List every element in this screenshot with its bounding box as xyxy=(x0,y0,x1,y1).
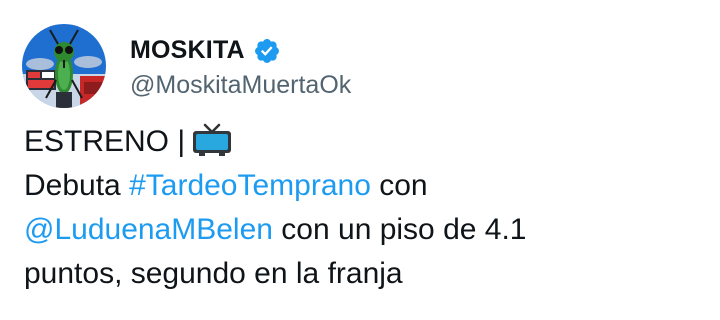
avatar[interactable] xyxy=(22,24,106,108)
author-names: MOSKITA @MoskitaMuertaOk xyxy=(130,33,351,100)
tweet-line-4: puntos, segundo en la franja xyxy=(24,252,704,296)
tweet-text-piso: con un piso de 4.1 xyxy=(272,213,527,246)
verified-badge-icon[interactable] xyxy=(253,37,281,65)
tweet-text-puntos: puntos, segundo en la franja xyxy=(24,257,403,290)
hashtag-link[interactable]: #TardeoTemprano xyxy=(129,169,371,202)
display-name-row: MOSKITA xyxy=(130,33,351,69)
tweet-text: ESTRENO | Debuta #TardeoTemprano con @Lu… xyxy=(24,120,704,296)
tweet-text-estreno: ESTRENO | xyxy=(24,125,186,158)
tweet-line-3: @LuduenaMBelen con un piso de 4.1 xyxy=(24,208,704,252)
tweet-text-con: con xyxy=(370,169,428,202)
tweet-card: MOSKITA @MoskitaMuertaOk ESTRENO | Debut… xyxy=(0,0,720,320)
tweet-text-debuta: Debuta xyxy=(24,169,130,202)
tweet-line-1: ESTRENO | xyxy=(24,120,704,164)
mention-link[interactable]: @LuduenaMBelen xyxy=(24,213,273,246)
tweet-header: MOSKITA @MoskitaMuertaOk xyxy=(22,24,351,108)
tweet-line-2: Debuta #TardeoTemprano con xyxy=(24,164,704,208)
author-handle[interactable]: @MoskitaMuertaOk xyxy=(130,71,351,100)
mosquito-avatar-icon xyxy=(22,24,106,108)
display-name[interactable]: MOSKITA xyxy=(130,36,245,65)
television-emoji-icon xyxy=(191,123,233,157)
